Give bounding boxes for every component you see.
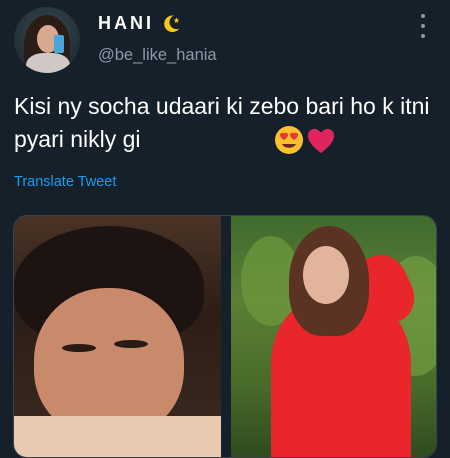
red-heart-emoji	[307, 128, 335, 154]
translate-tweet-link[interactable]: Translate Tweet	[14, 174, 116, 190]
image-eye	[114, 340, 148, 348]
image-shirt	[14, 416, 221, 457]
tweet-media[interactable]	[13, 215, 437, 458]
heart-eyes-emoji	[275, 126, 303, 154]
image-face	[303, 246, 349, 304]
media-image-left[interactable]	[14, 216, 221, 457]
avatar-phone	[54, 35, 64, 53]
media-image-right[interactable]	[231, 216, 436, 457]
display-name[interactable]: HANI	[98, 13, 154, 34]
avatar[interactable]	[14, 7, 80, 73]
tweet-text: Kisi ny socha udaari ki zebo bari ho k i…	[14, 93, 430, 152]
crescent-moon-star-icon	[164, 15, 180, 33]
user-handle[interactable]: @be_like_hania	[98, 46, 217, 65]
avatar-body	[26, 53, 70, 73]
more-options-icon[interactable]	[418, 14, 428, 38]
image-eye	[62, 344, 96, 352]
